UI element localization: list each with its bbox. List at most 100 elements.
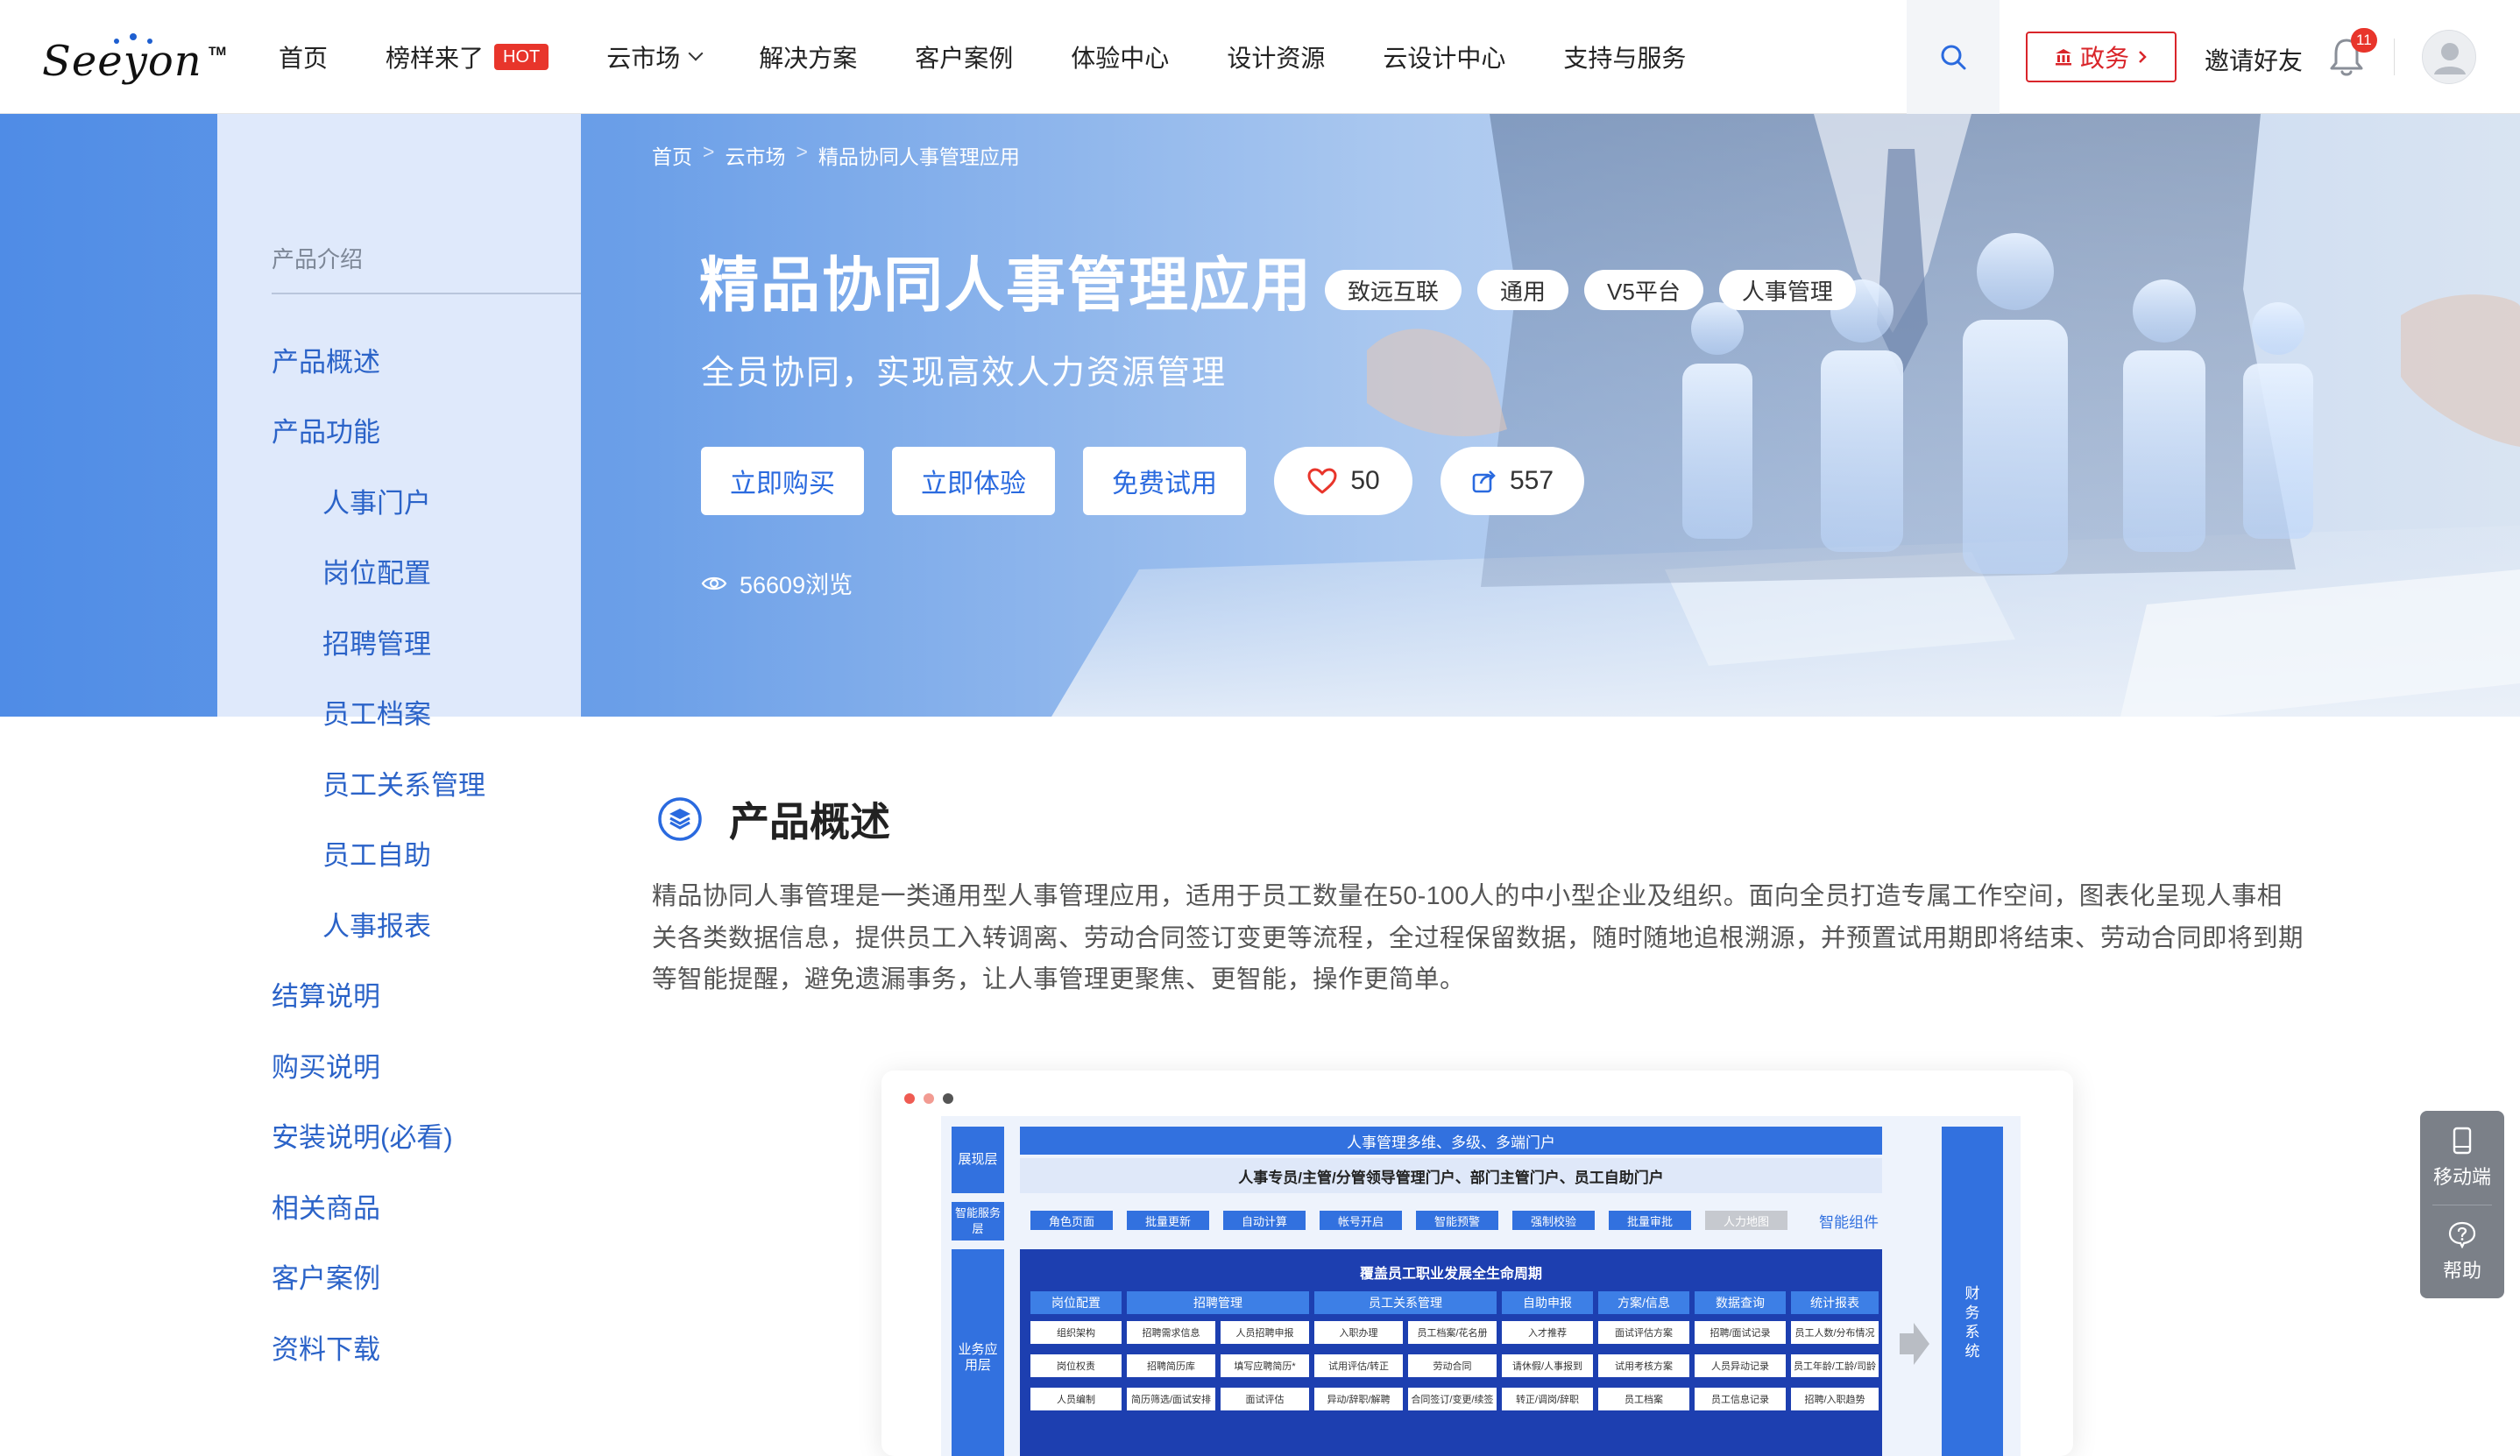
tag-vendor[interactable]: 致远互联 (1325, 270, 1462, 310)
diagram-chip: 强制校验 (1512, 1211, 1595, 1230)
sidebar-item-hr-portal[interactable]: 人事门户 (217, 465, 581, 536)
sidebar-item-label: 结算说明 (272, 981, 380, 1013)
window-dot-red (904, 1093, 915, 1104)
sidebar-heading: 产品介绍 (272, 246, 364, 272)
buy-now-button[interactable]: 立即购买 (701, 447, 864, 515)
sidebar-item-employee-files[interactable]: 员工档案 (217, 677, 581, 748)
sidebar-item-label: 员工自助 (322, 840, 431, 872)
diagram-column-head: 员工关系管理 (1314, 1291, 1497, 1314)
user-avatar[interactable] (2422, 30, 2476, 84)
help-button[interactable]: 帮助 (2420, 1205, 2504, 1298)
chevron-down-icon (688, 46, 704, 61)
sidebar-item-customer-cases[interactable]: 客户案例 (217, 1241, 581, 1312)
nav-label: 设计资源 (1227, 45, 1326, 72)
nav-design-resources[interactable]: 设计资源 (1227, 39, 1325, 74)
nav-customer-cases[interactable]: 客户案例 (915, 39, 1013, 74)
view-count-label: 56609浏览 (740, 572, 853, 598)
try-now-button[interactable]: 立即体验 (892, 447, 1055, 515)
sidebar-item-label: 员工档案 (322, 699, 431, 731)
government-building-icon (2055, 49, 2071, 66)
search-button[interactable] (1907, 0, 2000, 114)
sidebar-item-label: 资料下载 (272, 1333, 380, 1365)
share-button[interactable]: 557 (1441, 447, 1584, 515)
logo-text: Seeyon (42, 37, 202, 86)
sidebar-menu: 产品概述 产品功能 人事门户 岗位配置 招聘管理 员工档案 员工关系管理 员工自… (217, 324, 581, 1382)
breadcrumb-home[interactable]: 首页 (652, 140, 692, 170)
diagram-cell: 招聘需求信息 (1127, 1321, 1215, 1344)
sidebar-item-recruitment[interactable]: 招聘管理 (217, 606, 581, 677)
help-label: 帮助 (2442, 1259, 2481, 1282)
diagram-cell: 人员招聘申报 (1221, 1321, 1309, 1344)
sidebar-item-settlement[interactable]: 结算说明 (217, 959, 581, 1030)
sidebar-item-label: 人事门户 (322, 487, 431, 519)
overview-title-text: 产品概述 (729, 799, 890, 845)
sidebar-item-features[interactable]: 产品功能 (217, 395, 581, 466)
nav-label: 首页 (279, 45, 329, 72)
free-trial-button[interactable]: 免费试用 (1083, 447, 1246, 515)
nav-cloud-market[interactable]: 云市场 (606, 39, 704, 74)
sidebar-item-employee-relations[interactable]: 员工关系管理 (217, 747, 581, 818)
nav-label: 解决方案 (759, 45, 858, 72)
gov-button-label: 政务 (2079, 45, 2129, 72)
sidebar-item-label: 产品功能 (272, 417, 380, 449)
invite-friends-link[interactable]: 邀请好友 (2205, 42, 2303, 77)
sidebar-item-hr-reports[interactable]: 人事报表 (217, 888, 581, 959)
breadcrumb-cloud-market[interactable]: 云市场 (725, 140, 785, 170)
diagram-cell: 招聘简历库 (1127, 1354, 1215, 1377)
nav-cloud-design-center[interactable]: 云设计中心 (1383, 39, 1505, 74)
sidebar-item-label: 员工关系管理 (322, 769, 485, 801)
diagram-column-head: 统计报表 (1791, 1291, 1879, 1314)
tag-category[interactable]: 人事管理 (1718, 270, 1856, 310)
view-count: 56609浏览 (701, 566, 853, 600)
diagram-chip: 帐号开启 (1320, 1211, 1402, 1230)
gov-affairs-button[interactable]: 政务 (2026, 32, 2177, 82)
help-bubble-icon (2448, 1221, 2476, 1248)
diagram-column-head: 招聘管理 (1127, 1291, 1309, 1314)
window-dots (904, 1093, 953, 1104)
sidebar-item-position-config[interactable]: 岗位配置 (217, 536, 581, 607)
diagram-cell: 招聘/面试记录 (1695, 1321, 1786, 1344)
nav-home[interactable]: 首页 (279, 39, 328, 74)
diagram-lifecycle-title: 覆盖员工职业发展全生命周期 (1359, 1267, 1542, 1282)
sidebar-item-downloads[interactable]: 资料下载 (217, 1311, 581, 1382)
notification-count-badge: 11 (2351, 28, 2377, 53)
diagram-chip: 自动计算 (1223, 1211, 1306, 1230)
diagram-cell: 转正/调岗/辞职 (1502, 1388, 1593, 1410)
tag-platform[interactable]: V5平台 (1584, 270, 1703, 310)
sidebar-item-label: 安装说明(必看) (272, 1122, 453, 1154)
nav-role-models[interactable]: 榜样来了 HOT (386, 39, 549, 74)
breadcrumb-current: 精品协同人事管理应用 (818, 145, 1020, 168)
product-sidebar: 产品介绍 产品概述 产品功能 人事门户 岗位配置 招聘管理 员工档案 员工关系管… (217, 114, 581, 1438)
sidebar-item-label: 客户案例 (272, 1263, 380, 1295)
diagram-finance-system: 财务系统 (1942, 1127, 2003, 1456)
mobile-version-button[interactable]: 移动端 (2420, 1111, 2504, 1205)
mobile-phone-icon (2453, 1127, 2472, 1154)
nav-support[interactable]: 支持与服务 (1563, 39, 1686, 74)
nav-experience-center[interactable]: 体验中心 (1071, 39, 1169, 74)
sidebar-item-overview[interactable]: 产品概述 (217, 324, 581, 395)
architecture-diagram: 展现层 智能服务层 业务应用层 人事管理多维、多级、多端门户 人事专员/主管/分… (941, 1116, 2021, 1456)
overview-section-title: 产品概述 (657, 790, 890, 848)
diagram-portal-bar: 人事管理多维、多级、多端门户 (1020, 1127, 1882, 1155)
breadcrumb: 首页 > 云市场 > 精品协同人事管理应用 (652, 140, 1020, 170)
like-button[interactable]: 50 (1274, 447, 1412, 515)
nav-solutions[interactable]: 解决方案 (759, 39, 857, 74)
sidebar-item-self-service[interactable]: 员工自助 (217, 818, 581, 889)
sidebar-item-related-products[interactable]: 相关商品 (217, 1170, 581, 1241)
search-icon (1941, 45, 1966, 70)
sidebar-item-purchase[interactable]: 购买说明 (217, 1029, 581, 1100)
diagram-cell: 员工档案/花名册 (1408, 1321, 1497, 1344)
diagram-cell: 入职办理 (1314, 1321, 1403, 1344)
hot-badge: HOT (494, 44, 549, 70)
nav-label: 云设计中心 (1383, 45, 1506, 72)
diagram-chip: 批量更新 (1127, 1211, 1209, 1230)
sidebar-item-installation[interactable]: 安装说明(必看) (217, 1100, 581, 1171)
diagram-cell: 试用考核方案 (1598, 1354, 1689, 1377)
breadcrumb-separator: > (703, 140, 715, 163)
tag-general[interactable]: 通用 (1477, 270, 1569, 310)
diagram-column-head: 岗位配置 (1030, 1291, 1122, 1314)
product-subtitle: 全员协同，实现高效人力资源管理 (701, 355, 1228, 392)
diagram-column-head: 自助申报 (1502, 1291, 1593, 1314)
floating-tools-panel: 移动端 帮助 (2420, 1111, 2504, 1298)
diagram-cell: 组织架构 (1030, 1321, 1122, 1344)
